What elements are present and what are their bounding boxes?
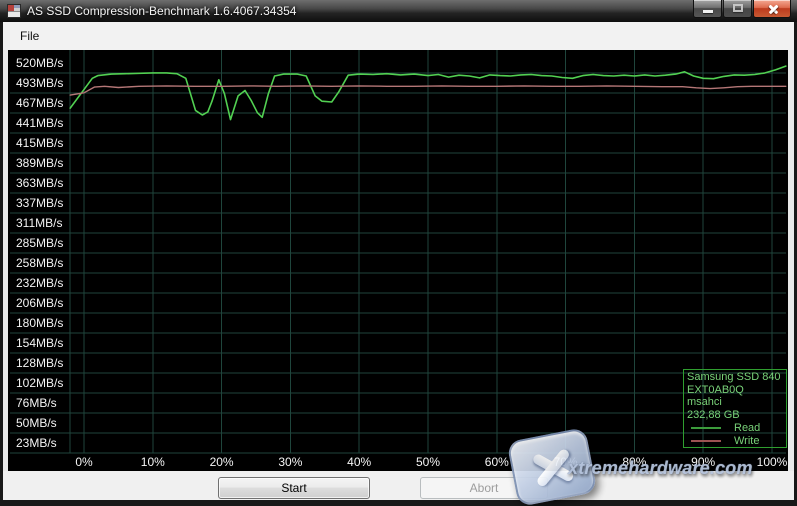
y-tick-label: 76MB/s: [16, 396, 57, 410]
x-tick-label: 30%: [278, 455, 303, 469]
menu-file[interactable]: File: [14, 22, 45, 50]
x-tick-label: 50%: [415, 455, 441, 469]
y-tick-label: 232MB/s: [16, 276, 64, 290]
y-tick-label: 493MB/s: [16, 76, 64, 90]
y-tick-label: 154MB/s: [16, 336, 64, 350]
minimize-icon: [703, 10, 713, 13]
y-tick-label: 311MB/s: [16, 216, 63, 230]
y-tick-label: 50MB/s: [16, 416, 57, 430]
x-tick-label: 60%: [484, 455, 509, 469]
app-icon: [7, 4, 21, 18]
window-title: AS SSD Compression-Benchmark 1.6.4067.34…: [27, 4, 297, 18]
y-tick-label: 23MB/s: [16, 436, 57, 450]
legend-capacity: 232,88 GB: [687, 408, 740, 421]
legend-device: Samsung SSD 840: [687, 371, 781, 383]
x-tick-label: 70%: [553, 455, 578, 469]
legend-read-label: Read: [734, 422, 761, 434]
y-tick-label: 180MB/s: [16, 316, 64, 330]
close-button[interactable]: [753, 0, 791, 18]
start-button[interactable]: Start: [218, 477, 370, 499]
title-bar[interactable]: AS SSD Compression-Benchmark 1.6.4067.34…: [0, 0, 797, 22]
abort-button[interactable]: Abort: [420, 477, 548, 499]
compression-benchmark-chart: 520MB/s 493MB/s 467MB/s 441MB/s 415MB/s 389MB…: [8, 50, 788, 471]
y-tick-label: 467MB/s: [16, 96, 64, 110]
read-line-sample: [691, 427, 721, 429]
bottom-bar: Start Abort: [3, 471, 794, 500]
x-tick-label: 0%: [75, 455, 93, 469]
legend-entry-read: Read: [687, 422, 786, 434]
legend-entry-write: Write: [687, 435, 786, 447]
app-window: AS SSD Compression-Benchmark 1.6.4067.34…: [0, 0, 797, 506]
maximize-icon: [733, 4, 743, 12]
y-tick-label: 389MB/s: [16, 156, 64, 170]
write-line-sample: [691, 440, 721, 442]
y-tick-label: 206MB/s: [16, 296, 64, 310]
y-tick-label: 415MB/s: [16, 136, 64, 150]
legend-firmware: EXT0AB0Q: [687, 383, 744, 396]
y-tick-label: 102MB/s: [16, 376, 64, 390]
chart-legend: Samsung SSD 840 EXT0AB0Q msahci 232,88 G…: [683, 369, 787, 448]
x-tick-label: 90%: [691, 455, 716, 469]
y-tick-label: 337MB/s: [16, 196, 64, 210]
x-tick-label: 20%: [209, 455, 234, 469]
x-tick-label: 100%: [756, 455, 788, 469]
minimize-button[interactable]: [693, 0, 722, 18]
caption-buttons: [693, 0, 791, 18]
menu-bar: File: [3, 22, 794, 50]
grid-lines: [10, 50, 786, 454]
y-tick-label: 285MB/s: [16, 236, 64, 250]
chart-plot: [10, 50, 787, 454]
y-tick-label: 441MB/s: [16, 116, 64, 130]
x-tick-label: 40%: [347, 455, 372, 469]
y-tick-label: 520MB/s: [16, 56, 64, 70]
y-tick-label: 363MB/s: [16, 176, 64, 190]
y-tick-label: 128MB/s: [16, 356, 64, 370]
maximize-button[interactable]: [723, 0, 752, 18]
x-tick-label: 80%: [622, 455, 647, 469]
x-tick-label: 10%: [140, 455, 165, 469]
legend-driver: msahci: [687, 396, 722, 408]
y-tick-label: 258MB/s: [16, 256, 64, 270]
legend-write-label: Write: [734, 435, 760, 447]
